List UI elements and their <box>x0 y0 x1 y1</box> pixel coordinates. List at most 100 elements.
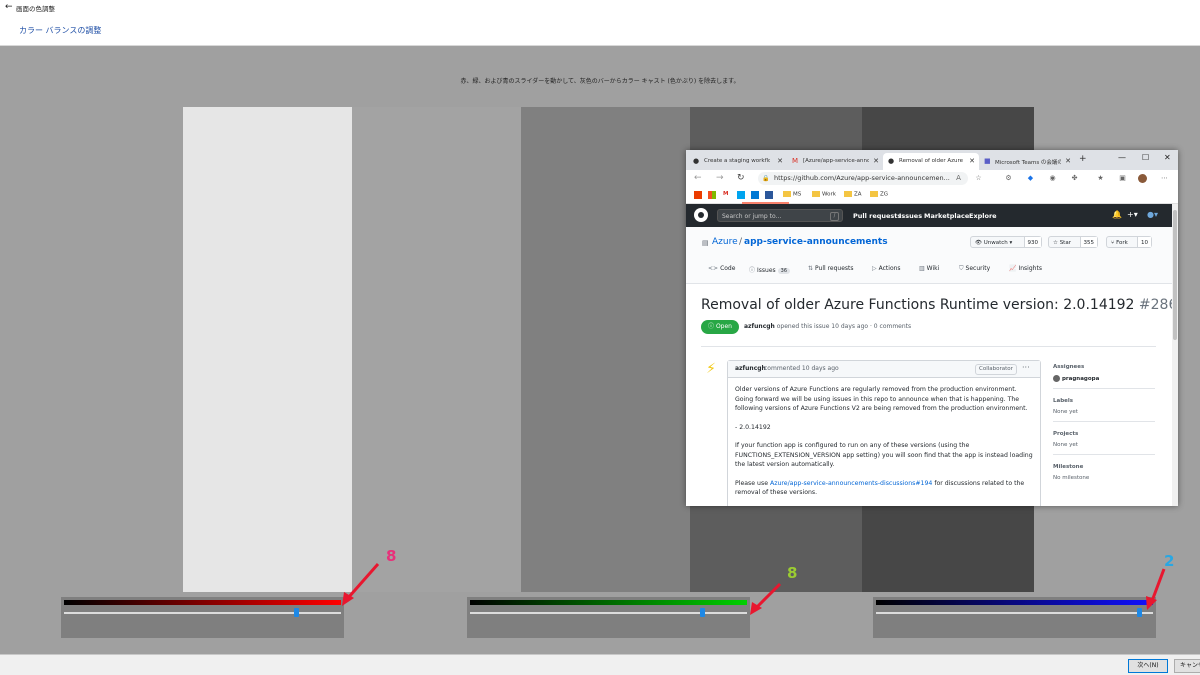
green-slider-box <box>467 597 750 638</box>
discussion-link[interactable]: Azure/app-service-announcements-discussi… <box>770 480 932 487</box>
red-slider-track[interactable] <box>64 612 341 614</box>
star-count: 355 <box>1079 237 1097 247</box>
browser-tab-4[interactable]: ■ Microsoft Teams の会議の ✕ <box>979 153 1075 170</box>
gmail-bookmark-icon[interactable]: M <box>723 191 728 197</box>
azure-functions-avatar[interactable]: ⚡ <box>702 360 720 378</box>
green-slider-track[interactable] <box>470 612 747 614</box>
instruction-text: 赤、緑、および青のスライダーを動かして、灰色のバーからカラー キャスト (色かぶ… <box>460 78 740 85</box>
star-button[interactable]: ☆ Star 355 <box>1048 236 1098 248</box>
more-options-icon[interactable]: ··· <box>1022 360 1030 376</box>
blue-slider-track[interactable] <box>876 612 1153 614</box>
close-window-icon[interactable]: ✕ <box>1164 153 1171 162</box>
footer-bar: 次へ(N) キャンセル <box>0 654 1200 675</box>
assignees-heading[interactable]: Assignees <box>1053 364 1155 370</box>
bell-icon[interactable]: 🔔 <box>1112 210 1122 219</box>
comment-timestamp: commented 10 days ago <box>764 365 839 372</box>
tab-title: Removal of older Azure Fu <box>899 158 965 164</box>
next-button[interactable]: 次へ(N) <box>1128 659 1168 673</box>
collections-icon[interactable]: ▣ <box>1118 174 1127 183</box>
bookmark-icon-4[interactable] <box>737 191 745 199</box>
extension-icon-1[interactable]: ⚙ <box>1004 174 1013 183</box>
projects-value: None yet <box>1053 442 1078 448</box>
shield-icon: ⛉ <box>959 265 964 272</box>
browser-tab-1[interactable]: ● Create a staging workflow ✕ <box>688 153 787 170</box>
red-slider-thumb[interactable] <box>294 608 300 617</box>
scrollbar-thumb[interactable] <box>1173 210 1177 340</box>
red-annotation-number: 8 <box>386 547 397 565</box>
blue-slider-box <box>873 597 1156 638</box>
blue-annotation-arrow <box>1146 568 1166 610</box>
comment-header: azfuncgh commented 10 days ago Collabora… <box>728 361 1040 378</box>
user-avatar-icon[interactable]: ●▾ <box>1147 210 1158 219</box>
plus-icon[interactable]: +▾ <box>1127 210 1138 219</box>
tab-security[interactable]: ⛉ Security <box>959 265 990 273</box>
close-icon[interactable]: ✕ <box>1065 157 1071 165</box>
github-search-input[interactable]: Search or jump to... / <box>717 209 843 222</box>
bookmark-folder-work[interactable]: Work <box>812 191 836 198</box>
tab-issues[interactable]: ⓘ Issues 36 <box>749 265 791 274</box>
repo-name-link[interactable]: app-service-announcements <box>744 237 888 247</box>
browser-window: ● Create a staging workflow ✕ M [Azure/a… <box>686 150 1178 506</box>
milestone-heading[interactable]: Milestone <box>1053 464 1155 470</box>
bookmark-icon-5[interactable] <box>751 191 759 199</box>
github-logo-icon[interactable] <box>694 208 708 222</box>
comment-paragraph: If your function app is configured to ru… <box>735 442 1033 468</box>
gray-panel-3 <box>521 107 690 592</box>
read-aloud-icon[interactable]: A <box>954 174 963 183</box>
issue-sidebar: Assignees pragnagopa Labels None yet Pro… <box>1053 364 1155 496</box>
tab-actions[interactable]: ▷ Actions <box>872 265 901 272</box>
unwatch-count: 930 <box>1023 237 1041 247</box>
refresh-icon[interactable]: ↻ <box>737 173 745 183</box>
tab-title: [Azure/app-service-announ <box>803 158 869 164</box>
tab-insights[interactable]: 📈 Insights <box>1009 265 1042 272</box>
page-scrollbar[interactable] <box>1172 204 1178 506</box>
green-slider-thumb[interactable] <box>700 608 706 617</box>
gmail-icon: M <box>792 157 799 165</box>
extension-icon-4[interactable]: ✤ <box>1070 174 1079 183</box>
close-icon[interactable]: ✕ <box>873 157 879 165</box>
nav-marketplace[interactable]: Marketplace <box>924 212 969 220</box>
nav-explore[interactable]: Explore <box>969 212 997 220</box>
unwatch-button[interactable]: 👁 Unwatch ▾ 930 <box>970 236 1042 248</box>
back-arrow-icon[interactable]: ← <box>5 2 13 12</box>
fork-count: 10 <box>1137 237 1151 247</box>
nav-pull-requests[interactable]: Pull requests <box>853 212 901 220</box>
extension-icon-3[interactable]: ◉ <box>1048 174 1057 183</box>
microsoft-icon[interactable] <box>708 191 716 199</box>
labels-heading[interactable]: Labels <box>1053 398 1155 404</box>
bookmark-folder-ms[interactable]: MS <box>783 191 801 198</box>
nav-issues[interactable]: Issues <box>899 212 922 220</box>
tab-code[interactable]: <> Code <box>708 265 735 272</box>
gray-panel-2 <box>352 107 521 592</box>
back-icon[interactable]: ← <box>694 173 702 183</box>
bookmark-folder-za[interactable]: ZA <box>844 191 862 198</box>
tab-pull-requests[interactable]: ⇅ Pull requests <box>808 265 854 272</box>
favorite-star-icon[interactable]: ☆ <box>974 174 983 183</box>
projects-heading[interactable]: Projects <box>1053 431 1155 437</box>
assignee[interactable]: pragnagopa <box>1053 375 1155 382</box>
favorites-icon[interactable]: ★ <box>1096 174 1105 183</box>
profile-avatar[interactable] <box>1138 174 1147 183</box>
forward-icon[interactable]: → <box>716 173 724 183</box>
tab-wiki[interactable]: ▥ Wiki <box>919 265 939 272</box>
fork-button[interactable]: ⑂ Fork 10 <box>1106 236 1152 248</box>
browser-tab-2[interactable]: M [Azure/app-service-announ ✕ <box>787 153 883 170</box>
bookmark-icon-6[interactable] <box>765 191 773 199</box>
maximize-icon[interactable]: ☐ <box>1142 153 1149 162</box>
browser-tab-3-active[interactable]: ● Removal of older Azure Fu ✕ <box>883 153 979 170</box>
cancel-button[interactable]: キャンセル <box>1174 659 1200 673</box>
new-tab-plus-icon[interactable]: + <box>1079 154 1087 164</box>
extension-icon-2[interactable]: ◆ <box>1026 174 1035 183</box>
close-icon[interactable]: ✕ <box>969 157 975 165</box>
close-icon[interactable]: ✕ <box>777 157 783 165</box>
repo-owner-link[interactable]: Azure <box>712 237 738 247</box>
minimize-icon[interactable]: — <box>1118 153 1126 162</box>
author-link[interactable]: azfuncgh <box>744 323 775 330</box>
menu-icon[interactable]: ⋯ <box>1160 174 1169 183</box>
green-gradient-bar <box>470 600 747 605</box>
issue-meta: azfuncgh opened this issue 10 days ago ·… <box>744 323 912 330</box>
comment-author-link[interactable]: azfuncgh <box>735 361 766 377</box>
bookmark-folder-zg[interactable]: ZG <box>870 191 888 198</box>
url-field[interactable]: https://github.com/Azure/app-service-ann… <box>758 172 968 185</box>
office-icon[interactable] <box>694 191 702 199</box>
